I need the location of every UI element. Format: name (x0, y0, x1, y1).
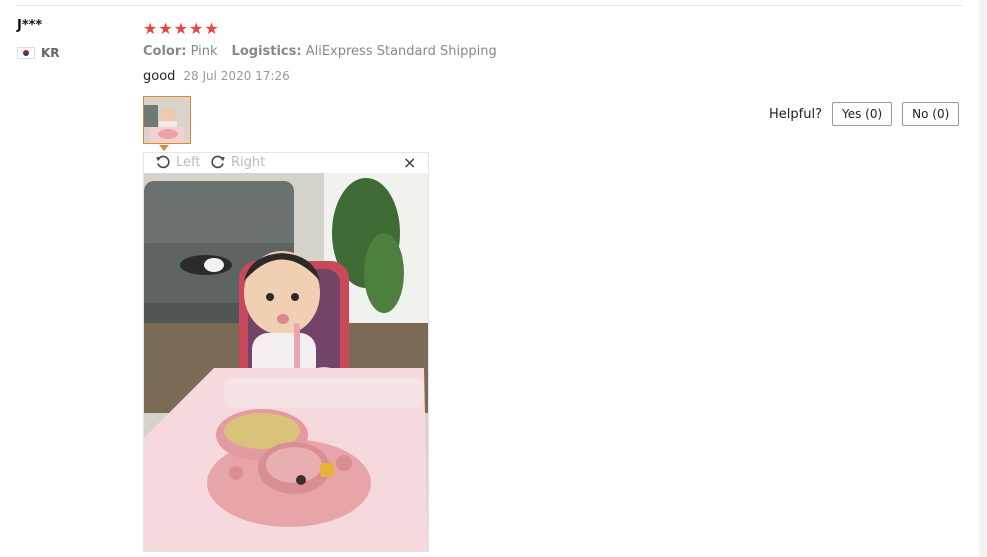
korea-flag-icon (17, 47, 35, 59)
review-body: good 28 Jul 2020 17:26 (143, 69, 290, 84)
rotate-left-icon (156, 155, 170, 169)
rotate-right-label: Right (231, 154, 266, 170)
star-icon: ★ (173, 19, 189, 38)
scroll-edge (979, 0, 987, 557)
review-photo-thumbnail[interactable] (143, 96, 191, 144)
rotate-left-label: Left (176, 154, 201, 170)
star-rating: ★ ★ ★ ★ ★ (143, 20, 219, 38)
star-icon: ★ (189, 19, 204, 38)
star-icon: ★ (158, 19, 173, 38)
rotate-left-button[interactable]: Left (155, 154, 200, 170)
review-meta: Color: Pink Logistics: AliExpress Standa… (143, 44, 497, 59)
baby-high-chair-photo (144, 173, 428, 551)
review-date: 28 Jul 2020 17:26 (183, 69, 290, 83)
review-photo (144, 173, 428, 551)
helpful-section: Helpful? Yes (0) No (0) (769, 102, 960, 126)
star-icon: ★ (143, 19, 158, 38)
viewer-toolbar: Left Right × (144, 153, 428, 173)
color-info: Color: Pink (143, 44, 218, 59)
helpful-yes-button[interactable]: Yes (0) (831, 102, 893, 126)
helpful-label: Helpful? (769, 106, 822, 122)
reviewer-name: J*** (17, 18, 43, 33)
divider (16, 5, 963, 6)
rotate-right-button[interactable]: Right (210, 154, 265, 170)
logistics-info: Logistics: AliExpress Standard Shipping (231, 44, 497, 59)
review-text: good (143, 69, 176, 84)
thumbnail-pointer (159, 145, 169, 151)
rotate-right-icon (211, 155, 225, 169)
star-icon: ★ (204, 19, 219, 38)
reviewer-country: KR (17, 46, 60, 60)
photo-viewer: Left Right × (143, 152, 429, 552)
close-icon[interactable]: × (403, 153, 416, 172)
helpful-no-button[interactable]: No (0) (902, 102, 960, 126)
country-code: KR (41, 46, 60, 60)
